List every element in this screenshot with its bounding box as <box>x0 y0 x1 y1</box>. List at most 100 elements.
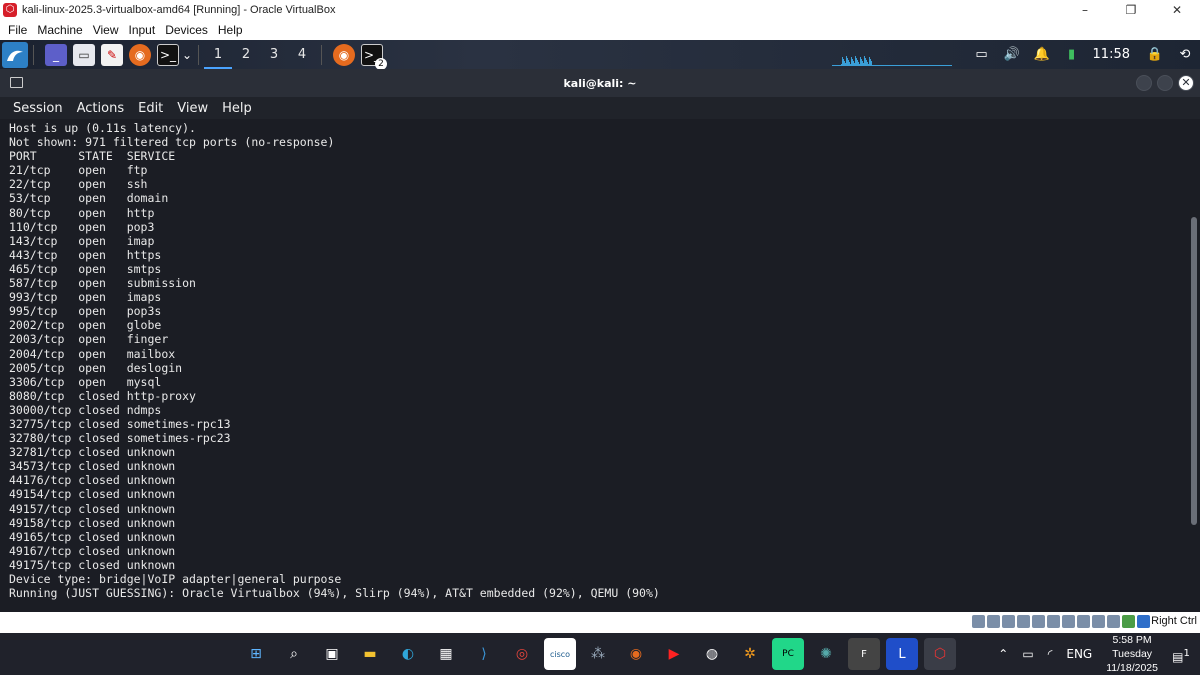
maximize-button[interactable]: ❐ <box>1108 0 1154 20</box>
guest-additions-icon[interactable] <box>1122 615 1135 628</box>
terminal-window-icon[interactable]: >_ 2 <box>361 43 387 70</box>
file-manager-icon[interactable]: ▭ <box>73 43 95 66</box>
minimize-button[interactable]: – <box>1062 0 1108 20</box>
workspace-4[interactable]: 4 <box>288 40 316 69</box>
notification-bell-icon[interactable]: 🔔 <box>1033 46 1051 64</box>
menu-actions[interactable]: Actions <box>77 101 125 116</box>
terminal-line: 30000/tcp closed ndmps <box>9 402 162 417</box>
vscode-icon[interactable]: ⟩ <box>468 638 500 670</box>
menu-machine[interactable]: Machine <box>37 23 82 37</box>
menu-help[interactable]: Help <box>218 23 243 37</box>
app-l-icon[interactable]: L <box>886 638 918 670</box>
taskbar-clock[interactable]: 5:58 PM Tuesday 11/18/2025 <box>1106 633 1158 675</box>
obs-icon[interactable]: ◍ <box>696 638 728 670</box>
wifi-icon[interactable]: ◜ <box>1048 647 1053 661</box>
volume-icon[interactable]: 🔊 <box>1003 46 1021 64</box>
menu-view-terminal[interactable]: View <box>177 101 208 116</box>
file-explorer-icon[interactable]: ▬ <box>354 638 386 670</box>
terminal-launcher-icon[interactable]: >_ <box>157 43 179 66</box>
terminal-line: 49158/tcp closed unknown <box>9 515 176 530</box>
terminal-line: 993/tcp open imaps <box>9 290 162 305</box>
kali-menu-icon[interactable] <box>2 41 28 68</box>
terminal-close-button[interactable]: ✕ <box>1178 75 1194 91</box>
vbox-titlebar: ⬡ kali-linux-2025.3-virtualbox-amd64 [Ru… <box>0 0 1200 20</box>
lock-icon[interactable]: 🔒 <box>1146 46 1164 64</box>
windows-taskbar: ⊞ ⌕ ▣ ▬ ◐ ▦ ⟩ ◎ cisco ⁂ ◉ ▶ ◍ ✲ PC ✺ F L… <box>0 633 1200 675</box>
language-indicator[interactable]: ENG <box>1066 647 1092 661</box>
terminal-line: PORT STATE SERVICE <box>9 149 176 164</box>
chatgpt-icon[interactable]: ✺ <box>810 638 842 670</box>
search-icon[interactable]: ⌕ <box>278 638 310 670</box>
terminal-output-area[interactable]: Host is up (0.11s latency). Not shown: 97… <box>0 119 1200 612</box>
menu-help-terminal[interactable]: Help <box>222 101 252 116</box>
edge-icon[interactable]: ◐ <box>392 638 424 670</box>
logout-icon[interactable]: ⟲ <box>1176 46 1194 64</box>
app-f-icon[interactable]: F <box>848 638 880 670</box>
windows-start-icon[interactable]: ⊞ <box>240 638 272 670</box>
audio-icon[interactable] <box>1002 615 1015 628</box>
terminal-line: Not shown: 971 filtered tcp ports (no-re… <box>9 135 335 150</box>
firefox-icon[interactable]: ◉ <box>129 43 151 66</box>
butterfly-app-icon[interactable]: ✲ <box>734 638 766 670</box>
menu-file[interactable]: File <box>8 23 27 37</box>
display-icon[interactable]: ▭ <box>973 46 991 64</box>
chevron-up-icon[interactable]: ⌃ <box>998 647 1008 661</box>
cisco-icon[interactable]: cisco <box>544 638 576 670</box>
terminal-title: kali@kali: ~ <box>563 76 637 90</box>
shared-folder-icon[interactable] <box>1047 615 1060 628</box>
keyboard-capture-icon[interactable] <box>1137 615 1150 628</box>
window-count-badge: 2 <box>375 57 387 70</box>
terminal-line: 21/tcp open ftp <box>9 163 148 178</box>
menu-view[interactable]: View <box>93 23 119 37</box>
terminal-line: 2002/tcp open globe <box>9 318 162 333</box>
chrome-icon[interactable]: ◎ <box>506 638 538 670</box>
terminal-line: 49175/tcp closed unknown <box>9 557 176 572</box>
terminal-line: 44176/tcp closed unknown <box>9 473 176 488</box>
terminal-line: 3306/tcp open mysql <box>9 374 162 389</box>
terminal-line: 32781/tcp closed unknown <box>9 445 176 460</box>
chevron-down-icon[interactable]: ⌄ <box>181 44 193 66</box>
close-button[interactable]: ✕ <box>1154 0 1200 20</box>
firefox-taskbar-icon[interactable]: ◉ <box>620 638 652 670</box>
task-view-icon[interactable]: ▣ <box>316 638 348 670</box>
network-icon[interactable] <box>1017 615 1030 628</box>
terminal-line: 32775/tcp closed sometimes-rpc13 <box>9 416 231 431</box>
virtualbox-logo-icon: ⬡ <box>3 3 17 17</box>
battery-icon[interactable]: ▮ <box>1063 46 1081 64</box>
panel-clock[interactable]: 11:58 <box>1093 47 1130 62</box>
menu-devices[interactable]: Devices <box>165 23 208 37</box>
battery-tray-icon[interactable]: ▭ <box>1022 647 1033 661</box>
workspace-3[interactable]: 3 <box>260 40 288 69</box>
terminal-titlebar: kali@kali: ~ ✕ <box>0 69 1200 97</box>
terminal-scrollbar[interactable] <box>1191 217 1197 525</box>
vbox-menubar: File Machine View Input Devices Help <box>0 20 1200 40</box>
terminal-maximize-button[interactable] <box>1157 75 1173 91</box>
usb-icon[interactable] <box>1032 615 1045 628</box>
display-status-icon[interactable] <box>1062 615 1075 628</box>
terminal-line: 80/tcp open http <box>9 205 155 220</box>
notification-count: 1 <box>1183 648 1190 659</box>
mouse-integration-icon[interactable] <box>1107 615 1120 628</box>
notification-center-icon[interactable]: ▤1 <box>1170 643 1192 665</box>
storage-icon[interactable] <box>972 615 985 628</box>
cpu-icon[interactable] <box>1092 615 1105 628</box>
workspace-1[interactable]: 1 <box>204 40 232 69</box>
optical-drive-icon[interactable] <box>987 615 1000 628</box>
recording-icon[interactable] <box>1077 615 1090 628</box>
store-icon[interactable]: ▦ <box>430 638 462 670</box>
menu-input[interactable]: Input <box>129 23 156 37</box>
youtube-icon[interactable]: ▶ <box>658 638 690 670</box>
firefox-window-icon[interactable]: ◉ <box>333 43 355 66</box>
terminal-minimize-button[interactable] <box>1136 75 1152 91</box>
network-app-icon[interactable]: ⁂ <box>582 638 614 670</box>
show-desktop-icon[interactable]: _ <box>45 43 67 66</box>
text-editor-icon[interactable]: ✎ <box>101 43 123 66</box>
terminal-output-text: Host is up (0.11s latency). Not shown: 97… <box>9 121 660 600</box>
terminal-line: 143/tcp open imap <box>9 233 155 248</box>
terminal-line: 465/tcp open smtps <box>9 261 162 276</box>
virtualbox-taskbar-icon[interactable]: ⬡ <box>924 638 956 670</box>
workspace-2[interactable]: 2 <box>232 40 260 69</box>
menu-edit[interactable]: Edit <box>138 101 163 116</box>
pycharm-icon[interactable]: PC <box>772 638 804 670</box>
menu-session[interactable]: Session <box>13 101 63 116</box>
